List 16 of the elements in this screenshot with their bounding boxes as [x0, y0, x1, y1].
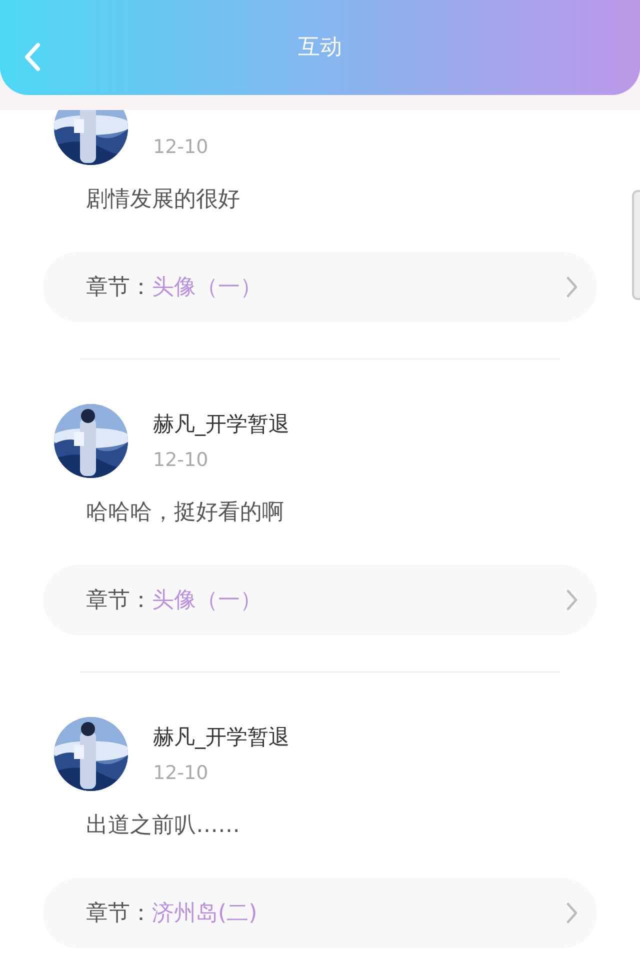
chevron-icon: [565, 275, 579, 299]
chapter-link[interactable]: 章节：头像（一）: [43, 252, 597, 322]
page-title: 互动: [298, 36, 342, 58]
comment-text: 剧情发展的很好: [86, 187, 240, 212]
comment-date: 12-10: [153, 762, 208, 784]
comment-date: 12-10: [153, 449, 208, 471]
chapter-link[interactable]: 章节：头像（一）: [43, 565, 597, 635]
side-handle[interactable]: [632, 190, 640, 300]
user-name[interactable]: 赫凡_开学暂退: [153, 412, 290, 436]
chevron-icon: [565, 588, 579, 612]
comment-text: 哈哈哈，挺好看的啊: [86, 500, 284, 525]
chapter-link[interactable]: 章节：济州岛(二): [43, 878, 597, 948]
user-name[interactable]: 赫凡_开学暂退: [153, 725, 290, 749]
comment-text: 出道之前叭……: [86, 813, 240, 838]
chevron-icon: [565, 901, 579, 925]
comment-date: 12-10: [153, 136, 208, 158]
